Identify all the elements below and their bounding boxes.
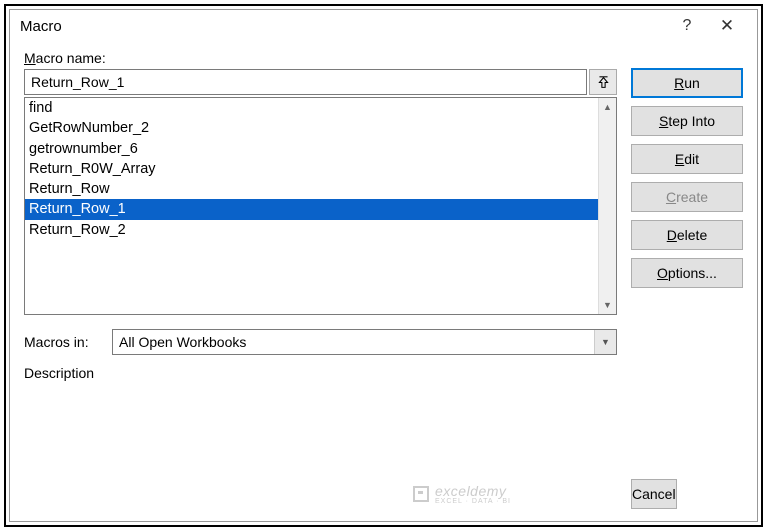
scroll-track[interactable] <box>599 116 616 296</box>
arrow-up-icon <box>597 76 610 89</box>
cancel-button[interactable]: Cancel <box>631 479 677 509</box>
options-button[interactable]: Options... <box>631 258 743 288</box>
go-to-macro-button[interactable] <box>589 69 617 95</box>
titlebar: Macro ? ✕ <box>10 10 757 42</box>
create-button: Create <box>631 182 743 212</box>
step-into-button[interactable]: Step Into <box>631 106 743 136</box>
edit-button[interactable]: Edit <box>631 144 743 174</box>
macro-list[interactable]: findGetRowNumber_2getrownumber_6Return_R… <box>25 98 598 314</box>
list-item[interactable]: Return_Row_1 <box>25 199 598 219</box>
scroll-up-icon[interactable]: ▲ <box>599 98 616 116</box>
list-item[interactable]: Return_Row <box>25 179 598 199</box>
macros-in-select[interactable] <box>112 329 617 355</box>
list-item[interactable]: GetRowNumber_2 <box>25 118 598 138</box>
delete-button[interactable]: Delete <box>631 220 743 250</box>
macro-name-label: Macro name: <box>24 50 617 66</box>
description-area <box>24 385 617 463</box>
scrollbar[interactable]: ▲ ▼ <box>598 98 616 314</box>
watermark: exceldemy EXCEL · DATA · BI <box>413 484 511 505</box>
run-button[interactable]: Run <box>631 68 743 98</box>
macros-in-label: Macros in: <box>24 334 102 350</box>
list-item[interactable]: Return_Row_2 <box>25 220 598 240</box>
macro-name-input[interactable] <box>24 69 587 95</box>
help-button[interactable]: ? <box>667 17 707 35</box>
description-label: Description <box>24 365 617 381</box>
close-button[interactable]: ✕ <box>707 16 747 36</box>
list-item[interactable]: Return_R0W_Array <box>25 159 598 179</box>
watermark-icon <box>413 486 429 502</box>
scroll-down-icon[interactable]: ▼ <box>599 296 616 314</box>
list-item[interactable]: find <box>25 98 598 118</box>
list-item[interactable]: getrownumber_6 <box>25 139 598 159</box>
dialog-title: Macro <box>20 18 667 35</box>
macro-dialog: Macro ? ✕ Macro name: findGetRowNumber_2… <box>9 9 758 522</box>
